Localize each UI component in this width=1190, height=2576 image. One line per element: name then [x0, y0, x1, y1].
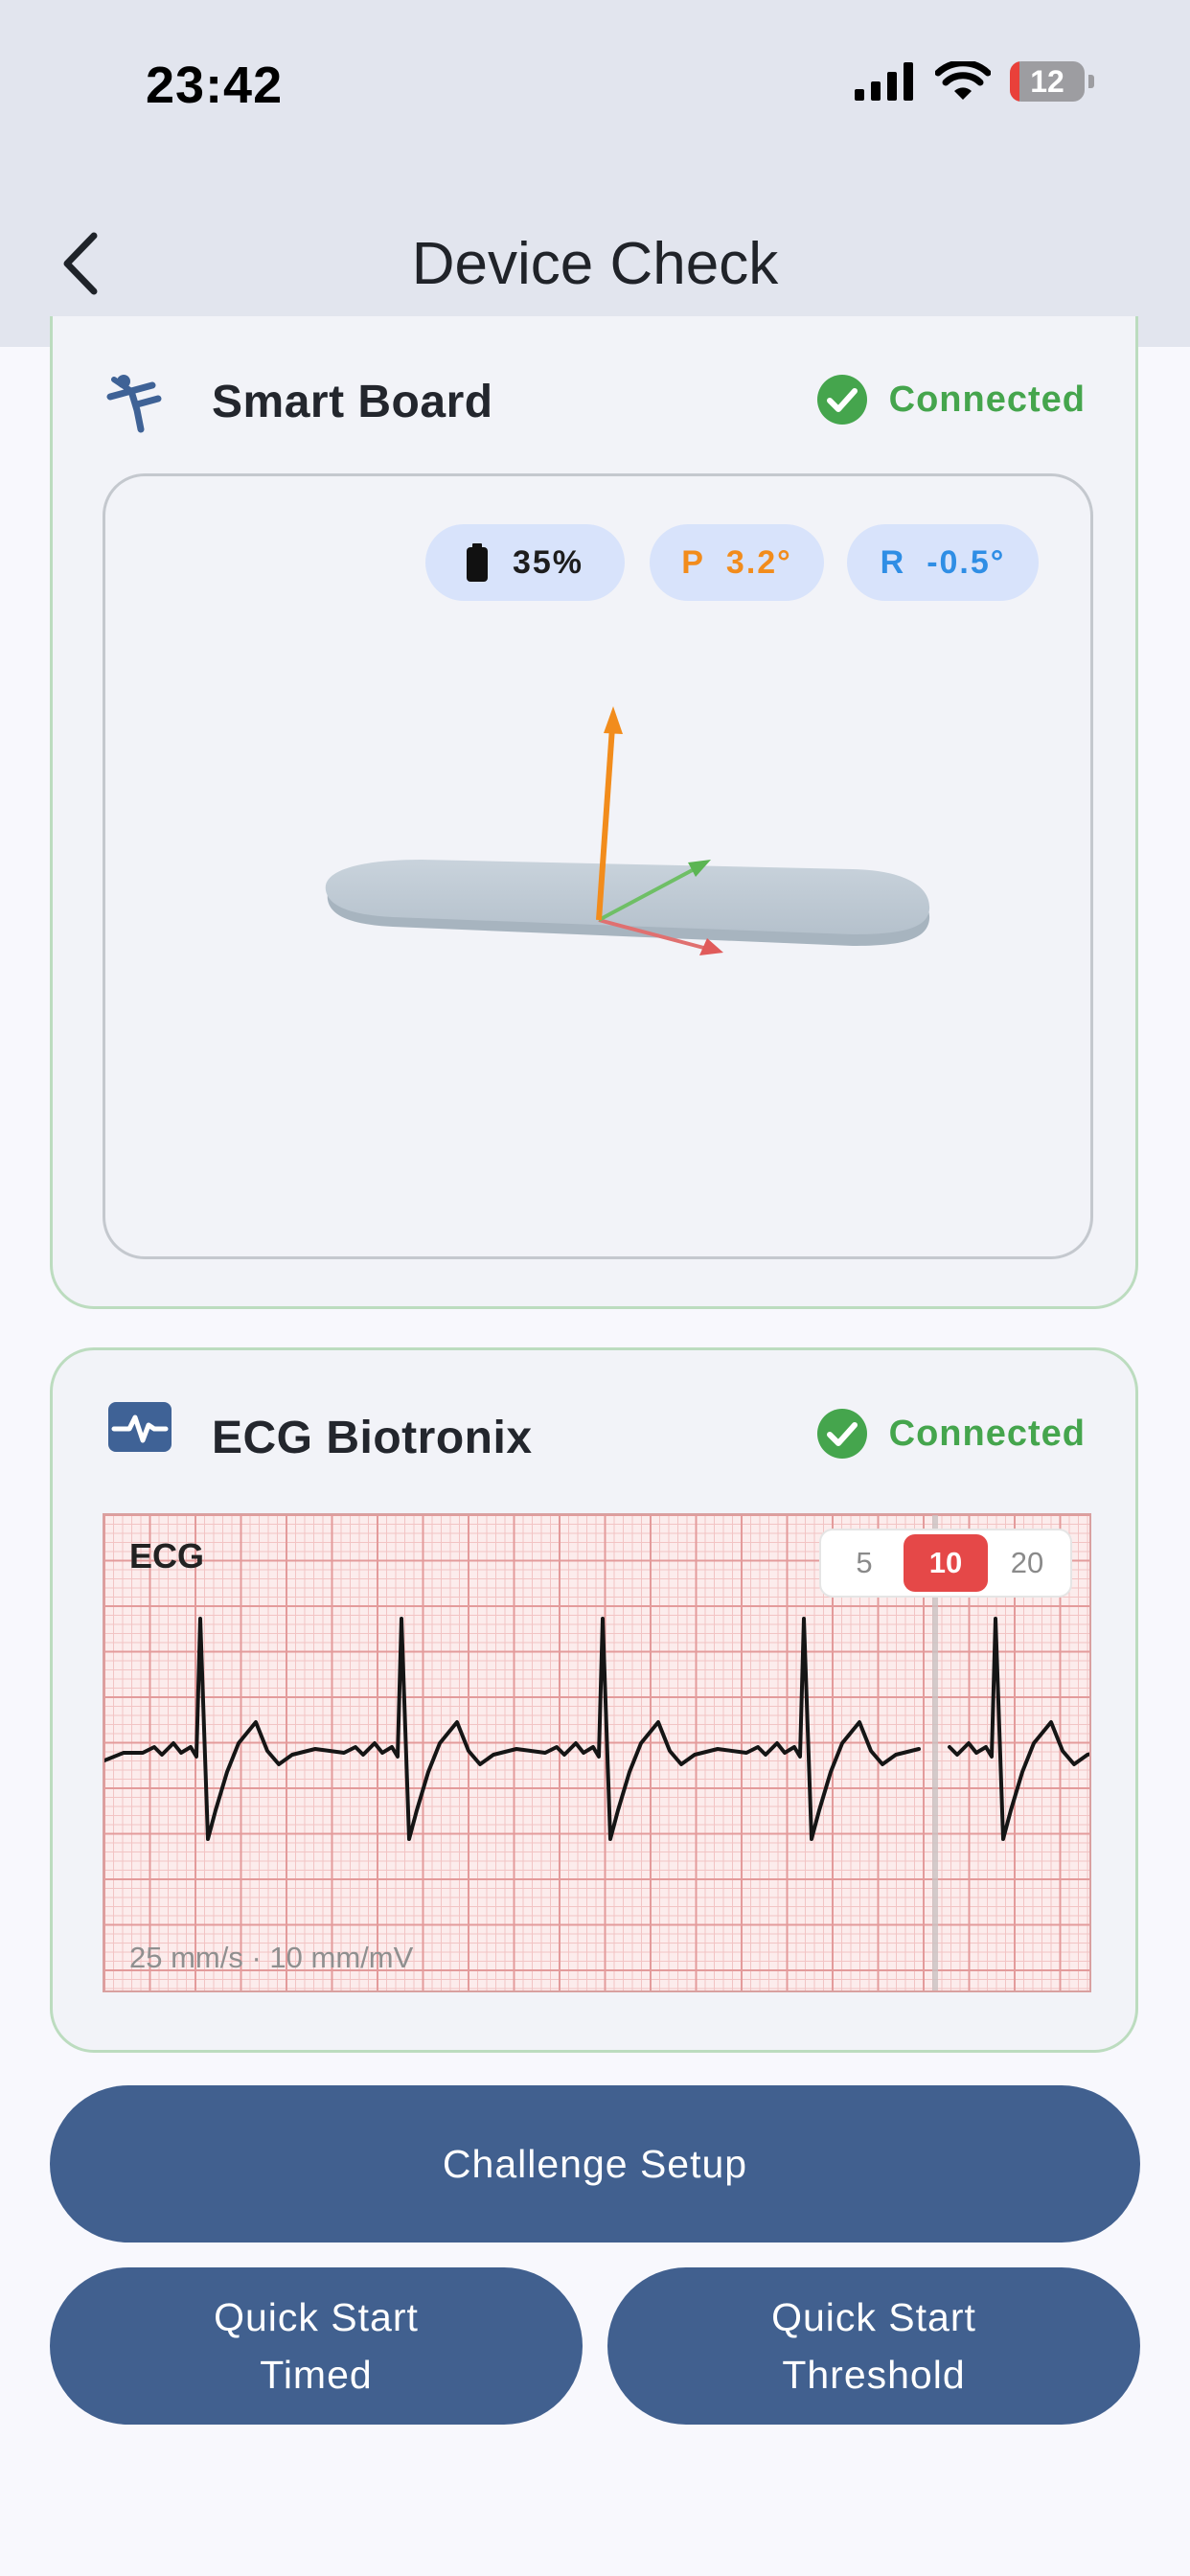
challenge-setup-label: Challenge Setup: [442, 2142, 748, 2186]
smart-board-header: Smart Board Connected: [53, 316, 1135, 433]
smart-board-status: Connected: [816, 374, 1086, 426]
ecg-scale-text: 25 mm/s · 10 mm/mV: [129, 1941, 414, 1974]
check-circle-icon: [816, 375, 867, 425]
quick-start-threshold-line1: Quick Start: [771, 2295, 976, 2339]
board-3d-model: [325, 706, 930, 955]
quick-start-threshold-button[interactable]: Quick Start Threshold: [607, 2267, 1140, 2425]
quick-start-threshold-line2: Threshold: [782, 2353, 966, 2397]
gain-option-5[interactable]: 5: [825, 1534, 904, 1592]
battery-level: 12: [1030, 63, 1064, 99]
gain-option-20[interactable]: 20: [988, 1534, 1066, 1592]
ecg-header: ECG Biotronix Connected: [53, 1350, 1135, 1463]
wifi-icon: [935, 61, 991, 100]
ecg-title: ECG Biotronix: [212, 1413, 533, 1463]
smart-board-title: Smart Board: [212, 377, 493, 427]
smart-board-status-label: Connected: [888, 379, 1086, 420]
ecg-chart-label: ECG: [129, 1536, 205, 1576]
ecg-strip: ECG 5 10 20 25 mm/s · 10 mm/mV: [103, 1513, 1091, 1992]
board-orientation-view: 35% P 3.2° R -0.5°: [103, 473, 1093, 1259]
smart-board-card: Smart Board Connected 35% P 3.2° R -0.5°: [50, 316, 1138, 1309]
gain-selector[interactable]: 5 10 20: [819, 1529, 1072, 1598]
signal-icon: [855, 62, 913, 101]
status-bar: 23:42 12: [0, 0, 1190, 172]
challenge-setup-button[interactable]: Challenge Setup: [50, 2085, 1140, 2242]
status-icons: 12: [855, 61, 1094, 102]
page-title: Device Check: [411, 231, 779, 297]
check-circle-icon: [816, 1409, 867, 1459]
figure-balance-icon: [106, 375, 162, 433]
gain-option-10[interactable]: 10: [904, 1534, 988, 1592]
ecg-status-label: Connected: [888, 1413, 1086, 1454]
status-time: 23:42: [146, 57, 284, 114]
waveform-monitor-icon: [108, 1402, 172, 1452]
quick-start-timed-line1: Quick Start: [214, 2295, 419, 2339]
battery-icon: 12: [1010, 61, 1085, 102]
ecg-card: ECG Biotronix Connected ECG 5 10 20 25 m…: [50, 1347, 1138, 2053]
ecg-status: Connected: [816, 1408, 1086, 1460]
quick-start-timed-line2: Timed: [260, 2353, 373, 2397]
quick-start-timed-button[interactable]: Quick Start Timed: [50, 2267, 583, 2425]
